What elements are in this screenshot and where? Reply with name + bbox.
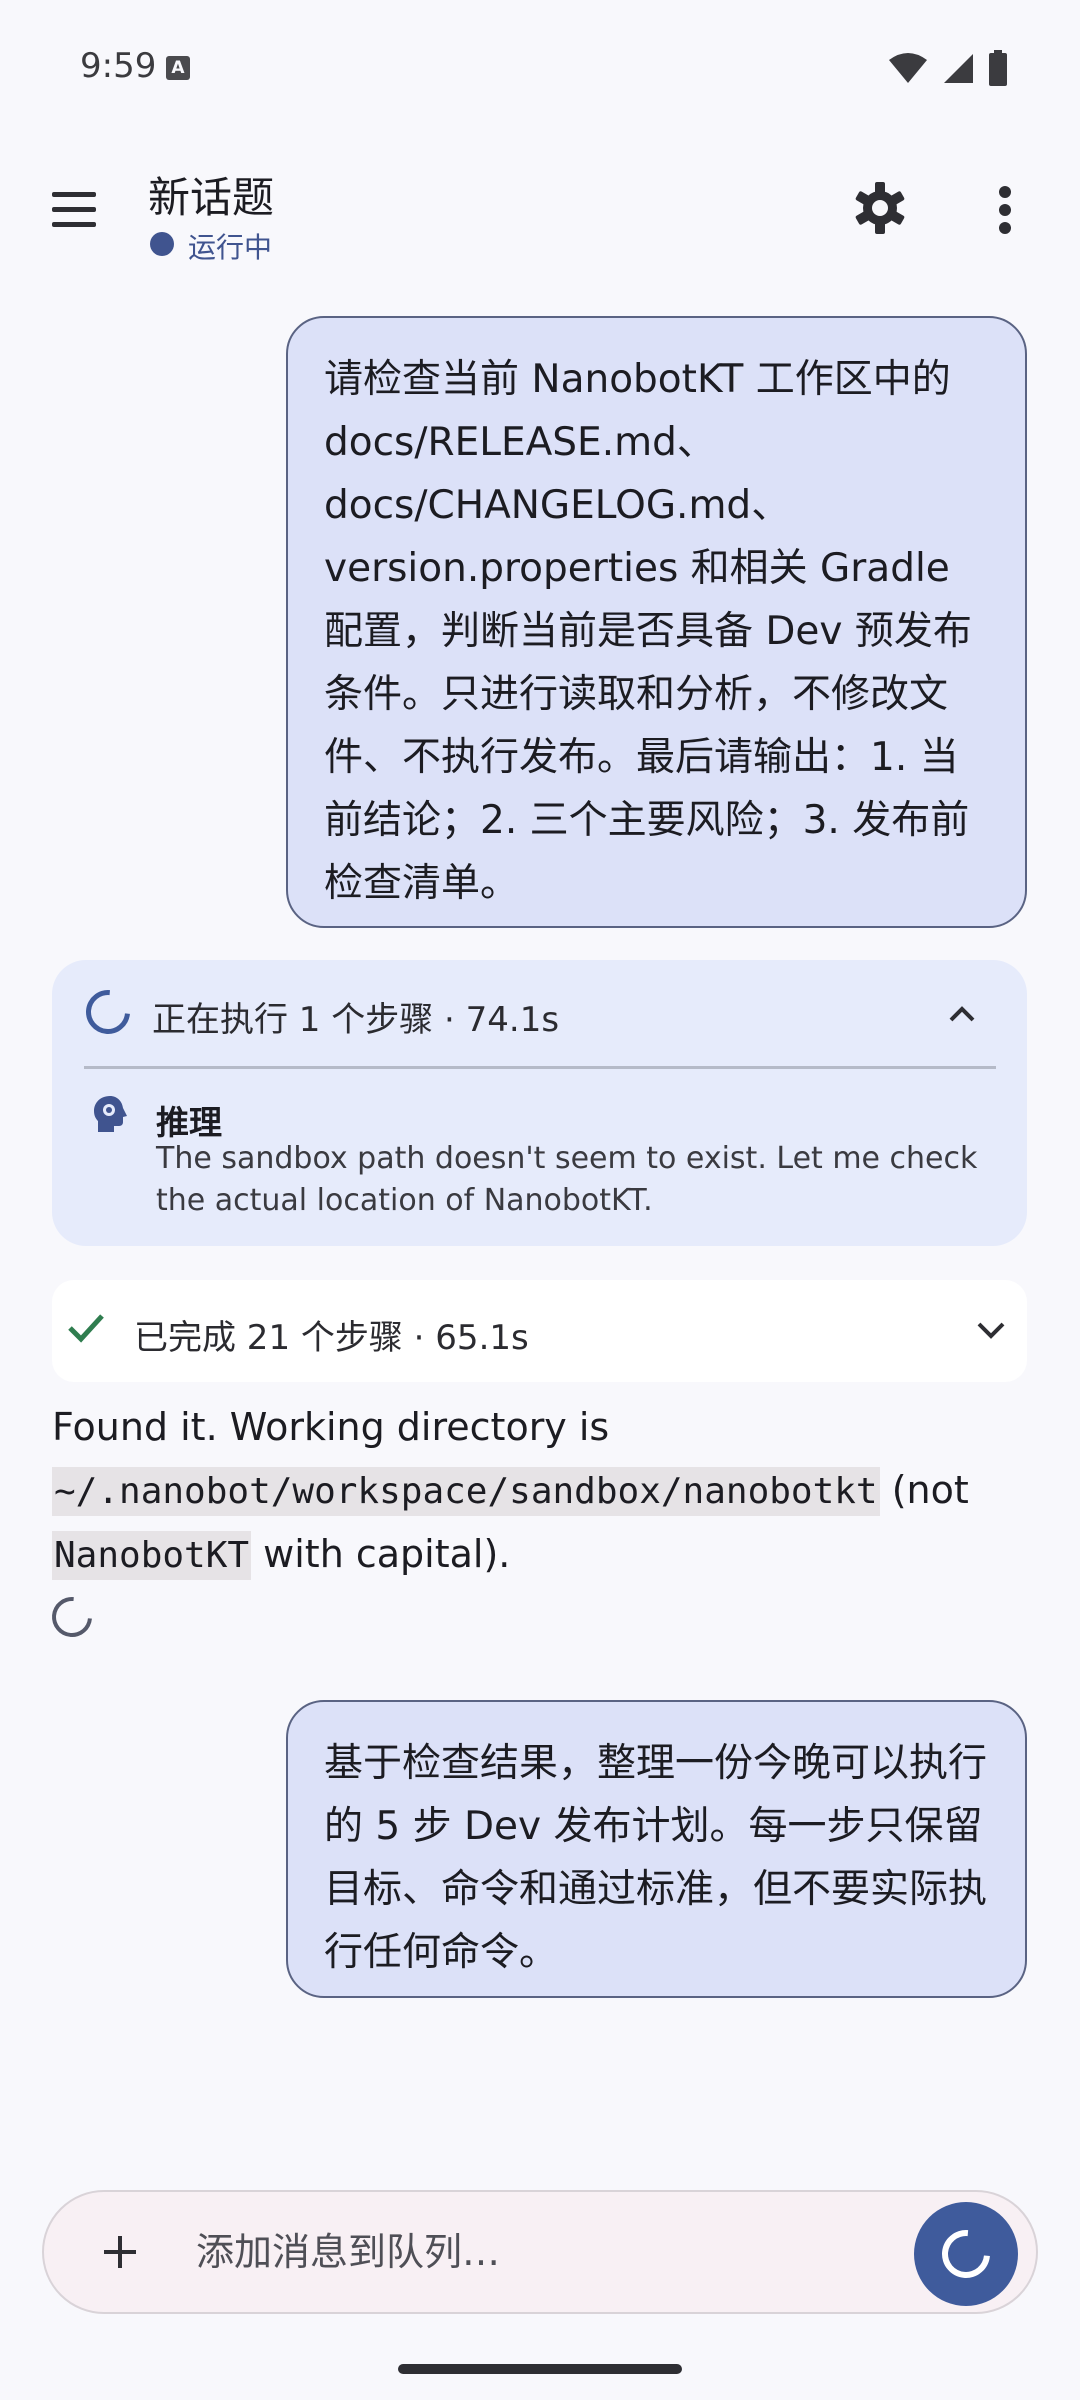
- battery-icon: [989, 50, 1007, 86]
- notification-a-icon: A: [166, 56, 190, 80]
- loading-spinner-icon: [43, 1588, 101, 1646]
- user-message-bubble: 基于检查结果，整理一份今晚可以执行的 5 步 Dev 发布计划。每一步只保留目标…: [286, 1700, 1027, 1998]
- running-status-label: 运行中: [188, 231, 273, 264]
- status-icons: [888, 50, 1008, 86]
- running-steps-title: 正在执行 1 个步骤 · 74.1s: [152, 1000, 560, 1040]
- running-status-dot: [150, 232, 174, 256]
- reasoning-text: The sandbox path doesn't seem to exist. …: [156, 1141, 978, 1218]
- message-composer: [42, 2190, 1038, 2314]
- send-stop-button[interactable]: [914, 2202, 1018, 2306]
- inline-code-path: ~/.nanobot/workspace/sandbox/nanobotkt: [52, 1467, 880, 1516]
- app-bar: 新话题 运行中: [0, 150, 1080, 280]
- home-indicator[interactable]: [398, 2364, 682, 2374]
- status-bar: 9:59 A: [0, 0, 1080, 130]
- answer-text: Found it. Working directory is: [52, 1405, 610, 1449]
- message-input[interactable]: [196, 2222, 916, 2282]
- running-steps-card[interactable]: 正在执行 1 个步骤 · 74.1s 推理 The sandbox path d…: [52, 960, 1027, 1246]
- reasoning-title: 推理: [156, 1103, 222, 1142]
- signal-icon: [944, 54, 973, 83]
- more-vert-icon[interactable]: [990, 182, 1020, 238]
- plus-icon[interactable]: [100, 2232, 140, 2272]
- chevron-down-icon[interactable]: [976, 1316, 1006, 1344]
- assistant-message: Found it. Working directory is ~/.nanobo…: [52, 1396, 1027, 1587]
- menu-icon[interactable]: [52, 190, 98, 230]
- user-message-bubble: 请检查当前 NanobotKT 工作区中的 docs/RELEASE.md、do…: [286, 316, 1027, 928]
- chevron-up-icon[interactable]: [948, 1000, 976, 1028]
- gear-icon[interactable]: [852, 180, 908, 236]
- loading-spinner-icon: [77, 981, 139, 1043]
- loading-spinner-icon: [932, 2220, 1000, 2288]
- answer-text: with capital).: [251, 1532, 511, 1576]
- wifi-icon: [889, 53, 927, 83]
- psychology-icon: [94, 1096, 127, 1132]
- page-title: 新话题: [148, 173, 275, 222]
- completed-steps-card[interactable]: 已完成 21 个步骤 · 65.1s: [52, 1280, 1027, 1382]
- completed-steps-title: 已完成 21 个步骤 · 65.1s: [134, 1318, 529, 1358]
- inline-code-name: NanobotKT: [52, 1531, 252, 1580]
- answer-text: (not: [879, 1468, 969, 1512]
- divider: [84, 1066, 996, 1069]
- status-time: 9:59: [80, 46, 157, 86]
- check-icon: [68, 1314, 104, 1343]
